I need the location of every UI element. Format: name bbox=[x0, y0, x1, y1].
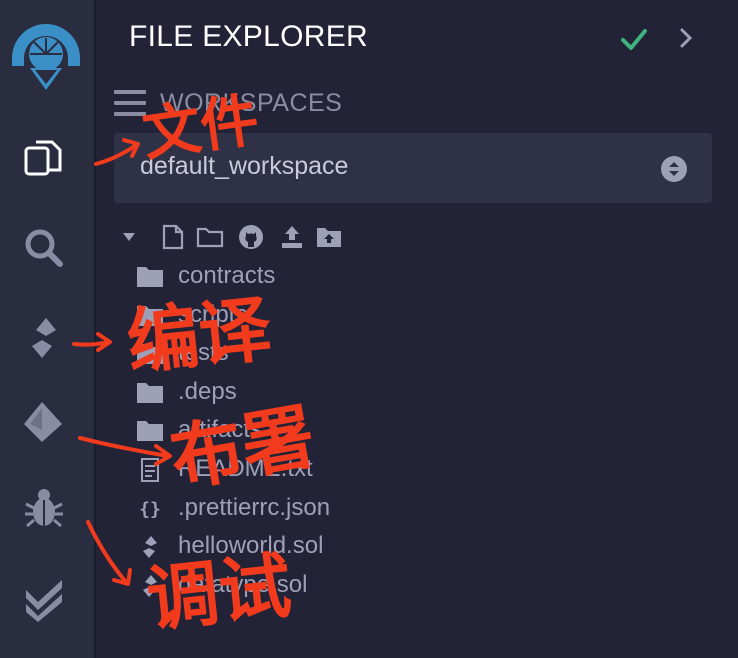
json-file-icon: {} bbox=[136, 497, 164, 521]
chevron-right-icon[interactable] bbox=[676, 27, 696, 49]
solidity-file-icon bbox=[136, 574, 164, 598]
github-icon[interactable] bbox=[238, 224, 264, 250]
new-file-icon[interactable] bbox=[162, 224, 184, 250]
file-tree-item-label: contracts bbox=[178, 262, 276, 289]
file-tree-item-label: tests bbox=[178, 339, 229, 367]
file-tree-item-label: artifacts bbox=[178, 416, 263, 444]
remix-logo-icon[interactable] bbox=[4, 14, 88, 94]
panel-title: FILE EXPLORER bbox=[129, 20, 368, 53]
folder-icon bbox=[136, 419, 164, 443]
file-tree-item-label: .deps bbox=[178, 377, 237, 405]
file-tree-item[interactable]: contracts bbox=[136, 258, 696, 296]
file-tree-item[interactable]: tests bbox=[136, 335, 696, 373]
testing-icon[interactable] bbox=[22, 578, 66, 622]
file-explorer-icon[interactable] bbox=[22, 136, 66, 180]
upload-folder-icon[interactable] bbox=[316, 226, 342, 248]
text-file-icon bbox=[136, 458, 164, 482]
solidity-compiler-icon[interactable] bbox=[22, 316, 66, 360]
workspace-select-value: default_workspace bbox=[140, 152, 349, 180]
select-arrows-icon bbox=[661, 156, 687, 182]
folder-icon bbox=[136, 342, 164, 366]
file-tree-item[interactable]: helloworld.sol bbox=[136, 528, 696, 566]
deploy-run-icon[interactable] bbox=[22, 400, 66, 444]
file-tree-item[interactable]: .deps bbox=[136, 374, 696, 412]
file-explorer-panel: FILE EXPLORER WORKSPACES default_workspa… bbox=[96, 0, 738, 658]
file-tree-item-label: .prettierrc.json bbox=[178, 493, 331, 521]
svg-text:{}: {} bbox=[139, 499, 161, 520]
folder-icon bbox=[136, 381, 164, 405]
file-tree-toolbar bbox=[122, 224, 352, 252]
file-tree-item[interactable]: datatype.sol bbox=[136, 567, 696, 605]
file-tree-item[interactable]: scripts bbox=[136, 297, 696, 335]
file-tree-item-label: README.txt bbox=[178, 455, 313, 482]
file-tree-item-label: scripts bbox=[178, 300, 248, 328]
folder-icon bbox=[136, 265, 164, 289]
file-tree-item[interactable]: artifacts bbox=[136, 412, 696, 450]
folder-icon bbox=[136, 304, 164, 328]
file-tree-item[interactable]: {} .prettierrc.json bbox=[136, 490, 696, 528]
upload-file-icon[interactable] bbox=[280, 224, 304, 250]
hamburger-menu-icon[interactable] bbox=[114, 88, 146, 118]
collapse-caret-icon[interactable] bbox=[122, 230, 136, 244]
debugger-icon[interactable] bbox=[22, 486, 66, 530]
solidity-file-icon bbox=[136, 535, 164, 559]
file-tree-item-label: helloworld.sol bbox=[178, 532, 324, 560]
workspaces-label: WORKSPACES bbox=[160, 89, 343, 117]
file-tree-item-label: datatype.sol bbox=[178, 570, 308, 598]
workspace-select[interactable]: default_workspace bbox=[114, 133, 712, 203]
new-folder-icon[interactable] bbox=[196, 226, 224, 248]
icon-panel bbox=[0, 0, 96, 658]
check-icon bbox=[621, 29, 647, 50]
search-icon[interactable] bbox=[22, 226, 66, 270]
file-tree-item[interactable]: README.txt bbox=[136, 451, 696, 489]
